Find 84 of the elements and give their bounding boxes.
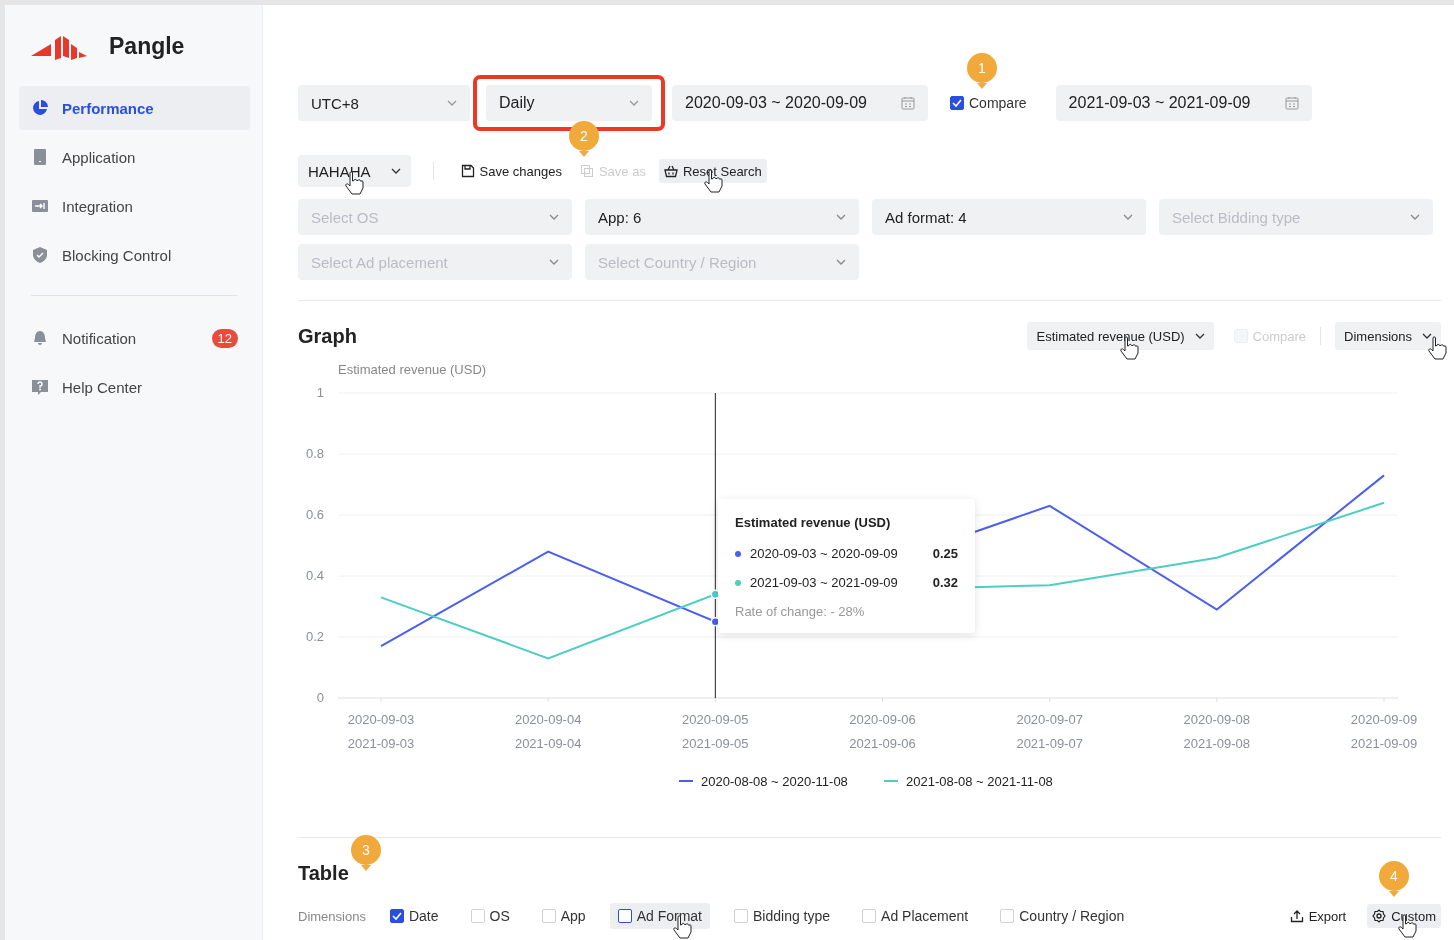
compare-checkbox[interactable]: Compare [950, 95, 1027, 111]
chevron-icon [390, 168, 401, 174]
dimension-checkbox[interactable]: OS [462, 903, 518, 929]
logo-text: Pangle [109, 33, 185, 60]
axis-title: Estimated revenue (USD) [338, 362, 487, 377]
metric-select[interactable]: Estimated revenue (USD) [1027, 322, 1214, 350]
dimension-checkbox[interactable]: Ad Placement [854, 903, 977, 929]
dimensions-button[interactable]: Dimensions [1335, 322, 1441, 350]
dimension-checkbox[interactable]: Bidding type [726, 903, 839, 929]
chevron-icon [1422, 333, 1432, 339]
chevron-icon [1123, 214, 1133, 220]
chevron-icon [447, 100, 457, 106]
legend-label: 2020-08-08 ~ 2020-11-08 [701, 774, 848, 789]
axis-label: 0.2 [305, 629, 324, 644]
legend-label: 2021-08-08 ~ 2021-11-08 [906, 774, 1053, 789]
nav-item[interactable]: Application [19, 135, 250, 179]
dimension-checkbox[interactable]: Date [381, 903, 447, 929]
calendar-icon [1284, 96, 1299, 110]
preset-select[interactable]: HAHAHA [298, 155, 411, 187]
tooltip-title: Estimated revenue (USD) [735, 515, 892, 530]
nav-item[interactable]: Help Center [19, 365, 250, 409]
count-badge: 12 [211, 328, 238, 348]
help-icon [31, 378, 49, 396]
dimension-checkbox[interactable]: Country / Region [992, 903, 1133, 929]
filter-select[interactable]: Ad format: 4 [872, 199, 1146, 235]
nav-item[interactable]: Integration [19, 184, 250, 228]
axis-label: 1 [316, 385, 324, 400]
chevron-icon [549, 259, 559, 265]
axis-label: 0 [316, 690, 324, 705]
hand-cursor-icon [1427, 336, 1448, 360]
phone-icon [31, 148, 49, 166]
filter-select[interactable]: App: 6 [585, 199, 859, 235]
axis-label: 2020-09-06 [849, 712, 916, 727]
dimensions-label: Dimensions [298, 908, 366, 924]
axis-label: 0.6 [305, 507, 324, 522]
pie-icon [31, 99, 49, 117]
export-button[interactable]: Export [1284, 904, 1352, 928]
chevron-icon [1194, 333, 1205, 339]
shield-icon [31, 246, 49, 264]
chevron-icon [1410, 214, 1420, 220]
axis-label: 0.4 [305, 568, 324, 583]
date-range-field[interactable]: 2021-09-03 ~ 2021-09-09 [1055, 85, 1312, 121]
chevron-icon [836, 214, 846, 220]
tooltip-value: 0.25 [932, 546, 958, 561]
chevron-icon [549, 214, 559, 220]
calendar-icon [901, 96, 915, 110]
copy-icon [579, 164, 594, 178]
axis-label: 2020-09-09 [1350, 712, 1418, 727]
section-title: Graph [298, 324, 358, 348]
custom-button[interactable]: Custom [1367, 904, 1441, 928]
tooltip-value: 0.32 [932, 575, 958, 590]
tooltip-label: 2021-09-03 ~ 2021-09-09 [750, 575, 899, 590]
axis-label: 2020-09-05 [682, 712, 749, 727]
axis-label: 2020-09-07 [1016, 712, 1083, 727]
axis-label: 2021-09-08 [1183, 736, 1251, 751]
timezone-select[interactable]: UTC+8 [298, 85, 470, 121]
upload-icon [1289, 909, 1304, 923]
nav-item[interactable]: Performance [19, 86, 250, 130]
gear-icon [1372, 909, 1387, 923]
axis-label: 2020-09-04 [514, 712, 582, 727]
axis-label: 2021-09-05 [682, 736, 749, 751]
axis-label: 2021-09-06 [849, 736, 916, 751]
granularity-select[interactable]: Daily [486, 85, 652, 121]
tooltip-label: 2020-09-03 ~ 2020-09-09 [750, 546, 899, 561]
integration-icon [31, 197, 49, 215]
axis-label: 0.8 [305, 446, 324, 461]
chevron-icon [629, 100, 639, 106]
date-range-field[interactable]: 2020-09-03 ~ 2020-09-09 [672, 85, 928, 121]
axis-label: 2021-09-03 [347, 736, 415, 751]
axis-label: 2020-09-03 [347, 712, 415, 727]
nav-item[interactable]: Notification 12 [19, 316, 250, 360]
axis-label: 2020-09-08 [1183, 712, 1251, 727]
axis-label: 2021-09-04 [514, 736, 582, 751]
tooltip-note: Rate of change: - 28% [735, 604, 866, 619]
section-title: Table [298, 862, 349, 885]
dimension-checkbox[interactable]: App [533, 903, 594, 929]
basket-icon [663, 164, 678, 178]
chevron-icon [836, 259, 846, 265]
save-button[interactable]: Save changes [455, 159, 567, 183]
axis-label: 2021-09-09 [1350, 736, 1418, 751]
floppy-icon [460, 164, 475, 178]
bell-icon [31, 329, 49, 347]
nav-item[interactable]: Blocking Control [19, 233, 250, 277]
axis-label: 2021-09-07 [1016, 736, 1083, 751]
